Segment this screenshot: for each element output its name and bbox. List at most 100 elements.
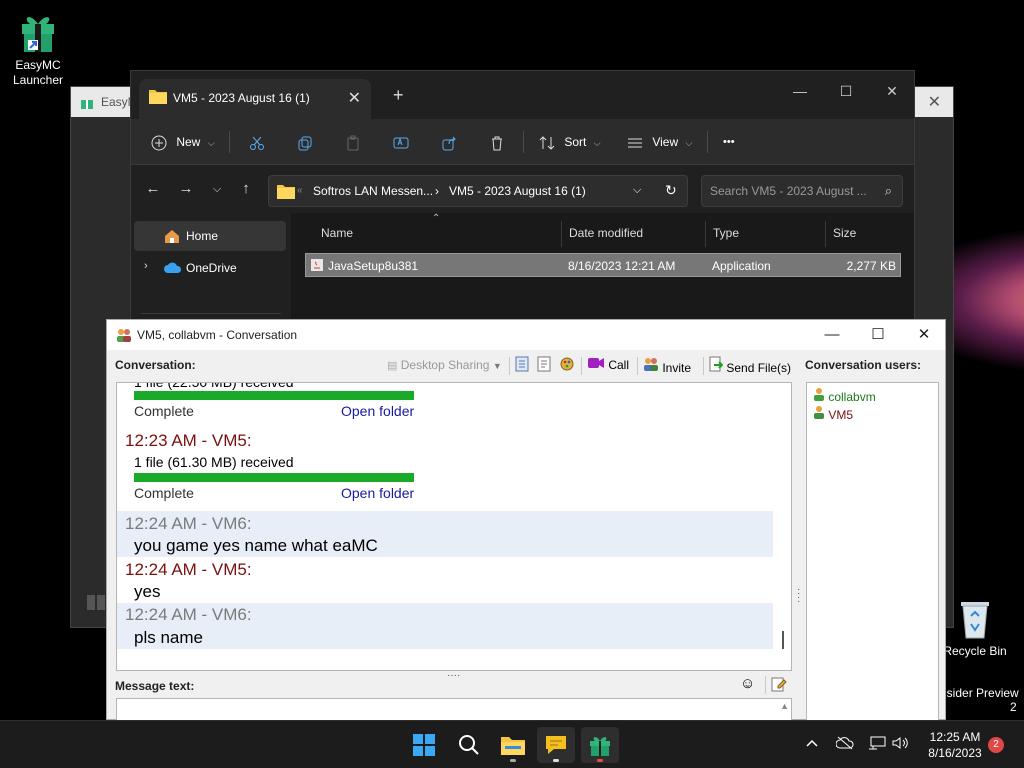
explorer-tab[interactable]: VM5 - 2023 August 16 (1) ✕ [139, 79, 371, 119]
close-icon[interactable]: ✕ [928, 92, 941, 112]
back-arrow-icon[interactable]: ← [143, 179, 163, 199]
share-button[interactable] [441, 129, 457, 155]
sort-button[interactable]: Sort ⌵ [539, 129, 601, 155]
separator [705, 221, 706, 247]
search-icon [459, 735, 479, 755]
user-green-icon [814, 388, 824, 401]
monitor-icon: ▤ [387, 360, 398, 372]
show-hidden-icons-chevron[interactable] [806, 736, 818, 751]
plus-circle-icon [151, 135, 167, 151]
more-options-button[interactable]: ••• [723, 129, 735, 155]
refresh-icon[interactable]: ↻ [665, 182, 677, 199]
cut-button[interactable] [249, 129, 265, 155]
start-button[interactable] [405, 727, 443, 763]
dropdown-arrow-icon[interactable]: ▼ [493, 361, 502, 371]
gift-icon [590, 737, 610, 756]
separator [141, 313, 281, 314]
breadcrumb-segment[interactable]: VM5 - 2023 August 16 (1) [449, 184, 586, 198]
desktop-icon-easymc[interactable]: EasyMC Launcher [0, 8, 76, 88]
conversation-users-list[interactable]: collabvm VM5 [806, 382, 939, 721]
scroll-up-arrow-icon[interactable]: ▲ [780, 701, 789, 711]
rename-button[interactable] [393, 129, 409, 155]
conversation-titlebar[interactable]: VM5, collabvm - Conversation — ☐ ✕ [107, 320, 945, 350]
file-size: 2,277 KB [846, 259, 896, 273]
palette-icon[interactable] [559, 356, 575, 376]
nav-item-home[interactable]: Home [134, 221, 286, 251]
taskbar-easymc[interactable] [581, 727, 619, 763]
maximize-button[interactable]: ☐ [855, 322, 901, 348]
user-item[interactable]: VM5 [813, 405, 853, 422]
list-view-icon [628, 138, 642, 148]
smiley-icon[interactable]: ☺ [740, 675, 755, 692]
minimize-button[interactable]: — [777, 77, 823, 105]
open-folder-link[interactable]: Open folder [341, 403, 414, 419]
user-item[interactable]: collabvm [813, 387, 876, 404]
nav-item-onedrive[interactable]: › OneDrive [134, 253, 286, 283]
video-camera-icon [588, 358, 604, 368]
maximize-button[interactable]: ☐ [823, 77, 869, 105]
notification-badge[interactable]: 2 [988, 737, 1004, 753]
horizontal-splitter-handle[interactable]: ···· [447, 670, 460, 681]
column-header-name[interactable]: Name [321, 226, 353, 240]
conversation-window[interactable]: VM5, collabvm - Conversation — ☐ ✕ Conve… [106, 319, 946, 721]
clock-time: 12:25 AM [929, 730, 981, 744]
send-files-button[interactable]: Send File(s) [709, 356, 791, 376]
up-arrow-icon[interactable]: ↑ [236, 179, 256, 199]
notes-icon[interactable] [515, 356, 529, 376]
view-button[interactable]: View ⌵ [627, 129, 692, 155]
desktop-sharing-button[interactable]: ▤ Desktop Sharing ▼ [387, 356, 502, 376]
folder-icon [149, 90, 167, 104]
explorer-file-list: ⌃ Name Date modified Type Size JavaSetup… [297, 213, 921, 365]
message-input[interactable]: ▲ [116, 698, 792, 721]
chevron-down-icon[interactable]: ⌵ [633, 184, 641, 197]
call-button[interactable]: Call [587, 356, 629, 376]
column-header-type[interactable]: Type [713, 226, 739, 240]
taskbar-file-explorer[interactable] [494, 727, 532, 763]
edit-note-icon[interactable] [771, 676, 787, 695]
recycle-bin-icon [955, 596, 995, 640]
conversation-title: VM5, collabvm - Conversation [137, 328, 298, 342]
speaker-icon[interactable] [892, 736, 910, 753]
breadcrumb-segment[interactable]: Softros LAN Messen... [313, 184, 433, 198]
send-file-icon [709, 356, 724, 372]
close-button[interactable]: ✕ [869, 77, 915, 105]
invite-button[interactable]: Invite [643, 356, 691, 376]
message-text-label: Message text: [115, 679, 195, 693]
file-name: JavaSetup8u381 [328, 259, 419, 273]
column-header-size[interactable]: Size [833, 226, 856, 240]
network-icon[interactable] [868, 736, 886, 753]
scroll-thumb[interactable] [782, 631, 784, 649]
paste-button[interactable] [345, 129, 361, 155]
copy-button[interactable] [297, 129, 313, 155]
delete-button[interactable] [489, 129, 505, 155]
taskbar-softros-messenger[interactable] [537, 727, 575, 763]
close-tab-icon[interactable]: ✕ [348, 88, 361, 108]
file-row[interactable]: JavaSetup8u381 8/16/2023 12:21 AM Applic… [305, 253, 901, 277]
windows-logo-icon [413, 734, 435, 756]
vertical-splitter-handle[interactable]: · · · · [797, 585, 800, 607]
search-button[interactable] [450, 727, 488, 763]
running-indicator [510, 759, 516, 762]
system-clock[interactable]: 12:25 AM 8/16/2023 [920, 729, 990, 761]
home-icon [165, 230, 179, 243]
recent-chevron-icon[interactable]: ⌵ [207, 179, 227, 199]
new-button[interactable]: New ⌵ [151, 129, 215, 155]
separator [765, 676, 766, 694]
cloud-offline-icon[interactable] [835, 736, 854, 753]
open-folder-link[interactable]: Open folder [341, 485, 414, 501]
document-icon[interactable] [537, 356, 551, 376]
search-input[interactable]: Search VM5 - 2023 August ... ⌕ [701, 175, 903, 207]
file-explorer-window[interactable]: VM5 - 2023 August 16 (1) ✕ + — ☐ ✕ New ⌵ [130, 70, 921, 365]
separator [637, 357, 638, 375]
expand-chevron-icon[interactable]: › [144, 260, 148, 272]
message-body: yes [134, 582, 161, 601]
close-button[interactable]: ✕ [901, 322, 947, 348]
forward-arrow-icon[interactable]: → [176, 179, 196, 199]
chat-scrollbar[interactable] [774, 383, 791, 670]
column-header-date[interactable]: Date modified [569, 226, 643, 240]
gift-icon [81, 100, 93, 109]
chat-history[interactable]: 1 file (22.50 MB) received Complete Open… [116, 382, 792, 671]
minimize-button[interactable]: — [809, 322, 855, 348]
address-bar[interactable]: « Softros LAN Messen... › VM5 - 2023 Aug… [268, 175, 688, 207]
new-tab-button[interactable]: + [393, 85, 404, 106]
